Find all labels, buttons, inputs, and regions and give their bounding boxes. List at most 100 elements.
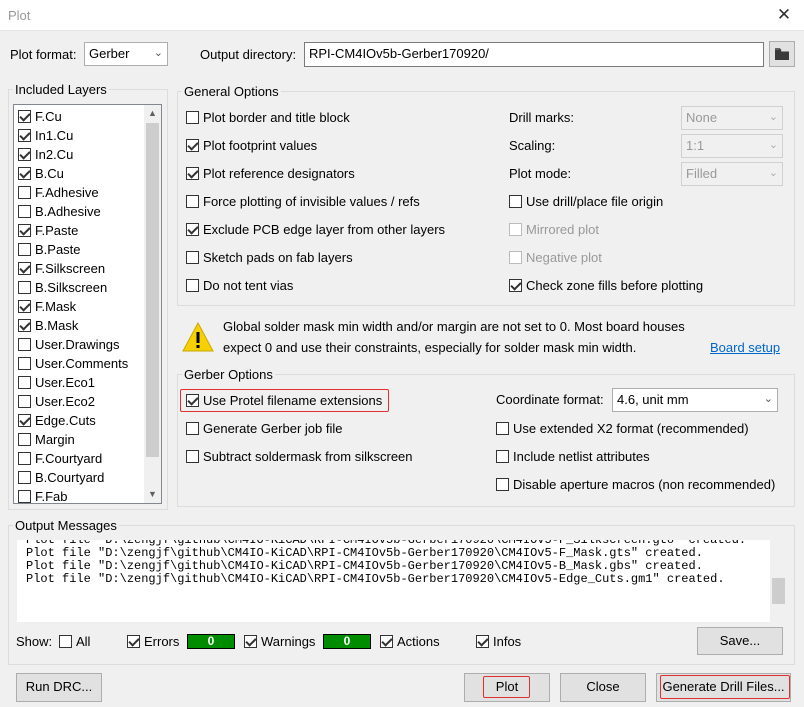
- plot-footprint-values-label: Plot footprint values: [203, 138, 318, 153]
- chevron-down-icon: ⌄: [768, 167, 778, 179]
- browse-folder-button[interactable]: [769, 41, 795, 67]
- layer-checkbox[interactable]: Margin: [18, 430, 75, 449]
- checkbox-box[interactable]: [18, 110, 31, 123]
- layer-checkbox[interactable]: B.Adhesive: [18, 202, 101, 221]
- layer-checkbox[interactable]: User.Eco2: [18, 392, 95, 411]
- x2-format-checkbox[interactable]: Use extended X2 format (recommended): [496, 421, 749, 436]
- checkbox-box[interactable]: [18, 243, 31, 256]
- scroll-up-icon[interactable]: ▲: [144, 105, 161, 122]
- no-tent-vias-label: Do not tent vias: [203, 278, 294, 293]
- checkbox-box[interactable]: [18, 471, 31, 484]
- checkbox-box[interactable]: [18, 357, 31, 370]
- layer-checkbox[interactable]: F.Cu: [18, 107, 62, 126]
- layer-checkbox[interactable]: In2.Cu: [18, 145, 73, 164]
- show-warnings-checkbox[interactable]: Warnings: [244, 634, 315, 649]
- job-file-label: Generate Gerber job file: [203, 421, 343, 436]
- chevron-down-icon: ⌄: [153, 47, 163, 59]
- checkbox-box[interactable]: [18, 281, 31, 294]
- output-messages-title: Output Messages: [15, 518, 117, 533]
- messages-panel[interactable]: Plot file "D:\zengjf\github\CM4IO-KiCAD\…: [17, 540, 787, 622]
- netlist-attr-checkbox[interactable]: Include netlist attributes: [496, 449, 650, 464]
- negative-plot-checkbox[interactable]: Negative plot: [509, 250, 602, 265]
- layers-scrollbar[interactable]: ▲ ▼: [144, 105, 161, 503]
- close-icon[interactable]: ✕: [772, 3, 796, 27]
- scaling-select[interactable]: 1:1 ⌄: [681, 134, 783, 158]
- layer-checkbox[interactable]: B.Silkscreen: [18, 278, 107, 297]
- plot-format-select[interactable]: Gerber ⌄: [84, 42, 168, 66]
- close-button[interactable]: Close: [560, 673, 646, 702]
- plot-mode-select[interactable]: Filled ⌄: [681, 162, 783, 186]
- plot-mode-value: Filled: [686, 166, 718, 181]
- layer-label: F.Courtyard: [35, 451, 103, 466]
- checkbox-box[interactable]: [18, 490, 31, 503]
- checkbox-box[interactable]: [18, 167, 31, 180]
- output-dir-input[interactable]: RPI-CM4IOv5b-Gerber170920/: [304, 42, 764, 67]
- force-invisible-checkbox[interactable]: Force plotting of invisible values / ref…: [186, 194, 420, 209]
- subtract-mask-checkbox[interactable]: Subtract soldermask from silkscreen: [186, 449, 413, 464]
- plot-reference-checkbox[interactable]: Plot reference designators: [186, 166, 355, 181]
- checkbox-box[interactable]: [18, 186, 31, 199]
- checkbox-box[interactable]: [18, 433, 31, 446]
- checkbox-box[interactable]: [18, 338, 31, 351]
- board-setup-link[interactable]: Board setup: [710, 340, 780, 355]
- netlist-attr-label: Include netlist attributes: [513, 449, 650, 464]
- layer-checkbox[interactable]: B.Courtyard: [18, 468, 104, 487]
- layer-checkbox[interactable]: User.Comments: [18, 354, 128, 373]
- messages-scrollbar[interactable]: [770, 540, 787, 622]
- layer-checkbox[interactable]: B.Mask: [18, 316, 78, 335]
- layer-checkbox[interactable]: B.Cu: [18, 164, 64, 183]
- job-file-checkbox[interactable]: Generate Gerber job file: [186, 421, 342, 436]
- layer-checkbox[interactable]: F.Mask: [18, 297, 76, 316]
- coord-format-select[interactable]: 4.6, unit mm ⌄: [612, 388, 778, 412]
- scroll-thumb[interactable]: [772, 578, 785, 604]
- show-all-checkbox[interactable]: All: [59, 634, 90, 649]
- checkbox-box[interactable]: [18, 224, 31, 237]
- layer-checkbox[interactable]: F.Courtyard: [18, 449, 102, 468]
- show-infos-checkbox[interactable]: Infos: [476, 634, 521, 649]
- disable-aperture-checkbox[interactable]: Disable aperture macros (non recommended…: [496, 477, 775, 492]
- use-drill-origin-checkbox[interactable]: Use drill/place file origin: [509, 194, 663, 209]
- show-errors-checkbox[interactable]: Errors: [127, 634, 179, 649]
- run-drc-button[interactable]: Run DRC...: [16, 673, 102, 702]
- drill-marks-select[interactable]: None ⌄: [681, 106, 783, 130]
- show-actions-checkbox[interactable]: Actions: [380, 634, 440, 649]
- plot-border-checkbox[interactable]: Plot border and title block: [186, 110, 350, 125]
- layer-label: F.Adhesive: [35, 185, 99, 200]
- checkbox-box[interactable]: [18, 452, 31, 465]
- errors-count: 0: [187, 634, 235, 649]
- checkbox-box[interactable]: [18, 319, 31, 332]
- checkbox-box[interactable]: [18, 205, 31, 218]
- save-messages-button[interactable]: Save...: [697, 627, 783, 655]
- checkbox-box[interactable]: [18, 129, 31, 142]
- layer-label: B.Mask: [35, 318, 79, 333]
- exclude-edge-checkbox[interactable]: Exclude PCB edge layer from other layers: [186, 222, 445, 237]
- layer-checkbox[interactable]: B.Paste: [18, 240, 81, 259]
- checkbox-box[interactable]: [18, 376, 31, 389]
- layer-checkbox[interactable]: User.Eco1: [18, 373, 95, 392]
- plot-footprint-values-checkbox[interactable]: Plot footprint values: [186, 138, 317, 153]
- layers-list[interactable]: ▲ ▼ F.Cu In1.Cu In2.Cu B.Cu F.Adhesive B.Adhe…: [13, 104, 162, 504]
- sketch-pads-checkbox[interactable]: Sketch pads on fab layers: [186, 250, 353, 265]
- checkbox-box[interactable]: [18, 414, 31, 427]
- subtract-mask-label: Subtract soldermask from silkscreen: [203, 449, 413, 464]
- warnings-count: 0: [323, 634, 371, 649]
- checkbox-box[interactable]: [18, 262, 31, 275]
- layer-checkbox[interactable]: F.Adhesive: [18, 183, 99, 202]
- checkbox-box[interactable]: [18, 300, 31, 313]
- checkbox-box[interactable]: [18, 395, 31, 408]
- layer-checkbox[interactable]: F.Paste: [18, 221, 78, 240]
- checkbox-box[interactable]: [18, 148, 31, 161]
- scroll-down-icon[interactable]: ▼: [144, 486, 161, 503]
- check-zone-fills-checkbox[interactable]: Check zone fills before plotting: [509, 278, 703, 293]
- layer-checkbox[interactable]: F.Silkscreen: [18, 259, 105, 278]
- disable-aperture-label: Disable aperture macros (non recommended…: [513, 477, 776, 492]
- no-tent-vias-checkbox[interactable]: Do not tent vias: [186, 278, 293, 293]
- layer-checkbox[interactable]: Edge.Cuts: [18, 411, 96, 430]
- scroll-thumb[interactable]: [146, 123, 159, 457]
- layer-checkbox[interactable]: F.Fab: [18, 487, 68, 503]
- window-title: Plot: [8, 8, 31, 23]
- mirrored-plot-checkbox[interactable]: Mirrored plot: [509, 222, 599, 237]
- chevron-down-icon: ⌄: [768, 111, 778, 123]
- layer-checkbox[interactable]: User.Drawings: [18, 335, 120, 354]
- layer-checkbox[interactable]: In1.Cu: [18, 126, 73, 145]
